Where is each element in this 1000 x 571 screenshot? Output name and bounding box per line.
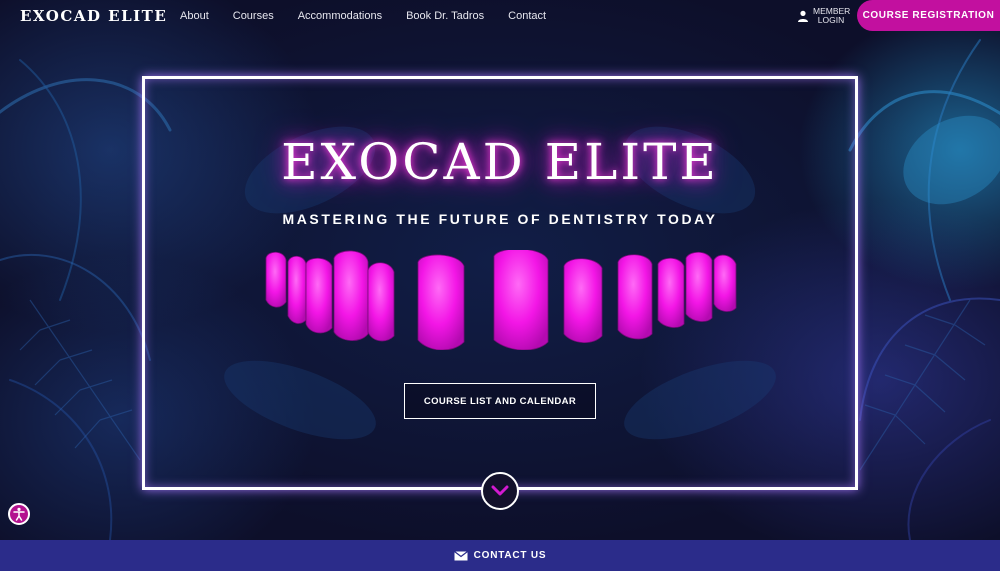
site-logo[interactable]: EXOCAD ELITE [20, 7, 167, 25]
nav-book-dr-tadros[interactable]: Book Dr. Tadros [406, 10, 484, 22]
envelope-icon [453, 550, 468, 560]
nav-accommodations[interactable]: Accommodations [298, 10, 382, 22]
hero-title: EXOCAD ELITE [281, 133, 719, 191]
course-registration-button[interactable]: COURSE REGISTRATION [857, 0, 1000, 31]
user-icon [798, 10, 808, 22]
contact-us-label: CONTACT US [473, 550, 547, 561]
accessibility-button[interactable] [8, 503, 30, 525]
member-login-link[interactable]: MEMBER LOGIN [797, 6, 851, 25]
contact-us-bar[interactable]: CONTACT US [0, 540, 1000, 571]
hero-subtitle: MASTERING THE FUTURE OF DENTISTRY TODAY [282, 211, 718, 227]
scroll-down-button[interactable] [481, 472, 519, 510]
member-login-label: MEMBER LOGIN [813, 6, 851, 25]
nav-about[interactable]: About [180, 10, 209, 22]
accessibility-icon [13, 507, 25, 521]
chevron-down-icon [491, 485, 509, 496]
nav-courses[interactable]: Courses [233, 10, 274, 22]
nav-contact[interactable]: Contact [508, 10, 546, 22]
course-list-calendar-button[interactable]: COURSE LIST AND CALENDAR [404, 383, 596, 419]
teeth-illustration [265, 250, 737, 350]
site-header: EXOCAD ELITE About Courses Accommodation… [0, 0, 1000, 34]
main-nav: About Courses Accommodations Book Dr. Ta… [180, 10, 570, 22]
